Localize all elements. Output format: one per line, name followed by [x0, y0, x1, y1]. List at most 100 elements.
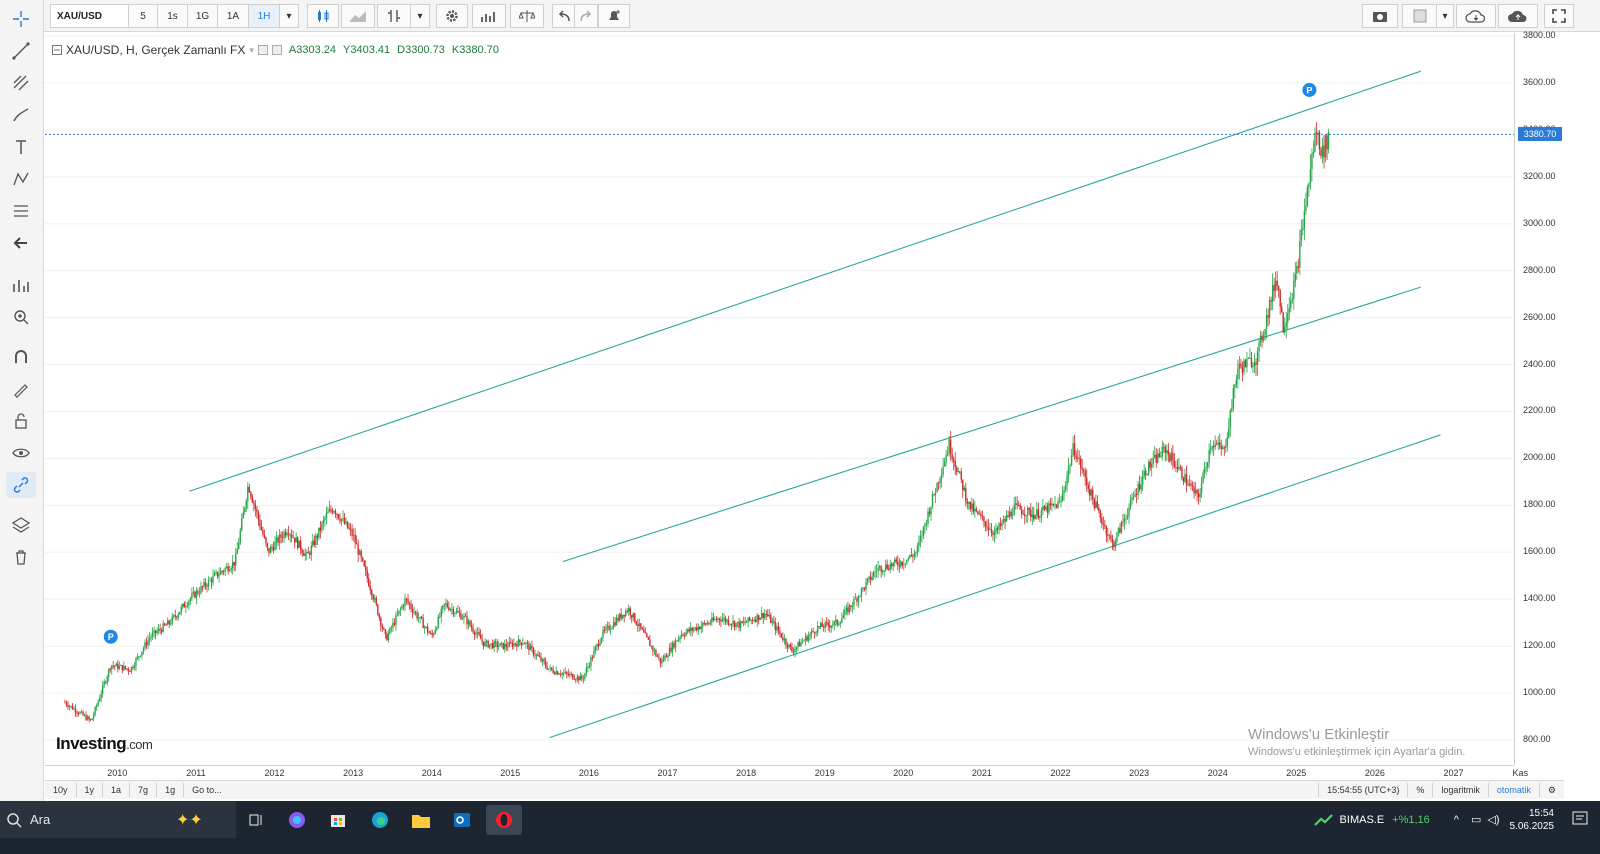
- notification-icon[interactable]: [1572, 811, 1590, 827]
- settings-small-icon[interactable]: [257, 45, 268, 55]
- cloud-upload-icon[interactable]: [1498, 4, 1538, 28]
- alert-bell-icon[interactable]: [598, 4, 630, 28]
- candle-body: [318, 527, 320, 538]
- candle-body: [1264, 329, 1266, 336]
- compare-dropdown-icon[interactable]: ▾: [410, 4, 430, 28]
- store-icon[interactable]: [320, 805, 356, 835]
- range-10y[interactable]: 10y: [45, 783, 77, 797]
- price-chart[interactable]: PP: [45, 33, 1514, 765]
- candle-body: [877, 567, 879, 571]
- candle-body: [1306, 186, 1309, 206]
- candle-body: [742, 621, 745, 623]
- volume-icon[interactable]: ◁): [1487, 813, 1499, 826]
- text-icon[interactable]: [6, 134, 36, 160]
- candle-body: [422, 618, 424, 629]
- swatch-dropdown-icon[interactable]: ▾: [1436, 4, 1454, 28]
- area-chart-icon[interactable]: [341, 4, 375, 28]
- interval-dropdown-icon[interactable]: ▾: [279, 4, 299, 28]
- candle-body: [901, 561, 904, 566]
- candle-body: [280, 534, 282, 538]
- candle-body: [1308, 183, 1310, 187]
- candle-body: [1016, 503, 1018, 506]
- range-7g[interactable]: 7g: [130, 783, 158, 797]
- tray-chevron-icon[interactable]: ^: [1454, 814, 1459, 826]
- candles-icon[interactable]: [307, 4, 339, 28]
- range-1y[interactable]: 1y: [77, 783, 104, 797]
- task-view-icon[interactable]: [238, 805, 274, 835]
- interval-5[interactable]: 5: [128, 4, 158, 28]
- candle-body: [1084, 470, 1086, 478]
- balance-icon[interactable]: [510, 4, 544, 28]
- crosshair-icon[interactable]: [6, 6, 36, 32]
- network-icon[interactable]: ▭: [1471, 813, 1481, 826]
- candle-body: [894, 559, 896, 563]
- auto-toggle[interactable]: otomatik: [1487, 783, 1539, 797]
- undo-icon[interactable]: [552, 4, 576, 28]
- trend-line-icon[interactable]: [6, 38, 36, 64]
- candle-body: [544, 661, 547, 667]
- trash-icon[interactable]: [6, 544, 36, 570]
- opera-icon[interactable]: [486, 805, 522, 835]
- candle-body: [451, 608, 453, 610]
- copilot-icon[interactable]: [279, 805, 315, 835]
- magnet-icon[interactable]: [6, 344, 36, 370]
- eye-icon[interactable]: [6, 440, 36, 466]
- stock-name[interactable]: BIMAS.E: [1340, 814, 1385, 826]
- interval-1g[interactable]: 1G: [187, 4, 218, 28]
- remove-small-icon[interactable]: [271, 45, 282, 55]
- interval-1s[interactable]: 1s: [157, 4, 188, 28]
- range-1a[interactable]: 1a: [103, 783, 131, 797]
- candle-body: [271, 547, 273, 548]
- candle-body: [89, 719, 92, 721]
- indicators-icon[interactable]: [472, 4, 506, 28]
- redo-icon[interactable]: [574, 4, 598, 28]
- edge-icon[interactable]: [362, 805, 398, 835]
- price-tick: 3200.00: [1523, 170, 1556, 181]
- go-to-button[interactable]: Go to...: [184, 783, 230, 797]
- collapse-icon[interactable]: [52, 45, 62, 55]
- color-swatch-icon[interactable]: [1402, 4, 1438, 28]
- legend-dropdown-icon[interactable]: ▾: [249, 45, 254, 56]
- clock[interactable]: 15:54 5.06.2025: [1510, 807, 1555, 833]
- edit-lock-icon[interactable]: [6, 376, 36, 402]
- candle-body: [748, 617, 751, 621]
- settings-gear-icon[interactable]: [436, 4, 468, 28]
- candle-body: [851, 605, 854, 607]
- compare-icon[interactable]: [377, 4, 411, 28]
- camera-icon[interactable]: [1362, 4, 1398, 28]
- candle-body: [1253, 362, 1256, 366]
- candle-body: [245, 500, 247, 508]
- file-explorer-icon[interactable]: [403, 805, 439, 835]
- log-toggle[interactable]: logaritmik: [1432, 783, 1488, 797]
- candle-body: [265, 537, 267, 544]
- cloud-download-icon[interactable]: [1456, 4, 1496, 28]
- percent-toggle[interactable]: %: [1407, 783, 1432, 797]
- candle-body: [667, 655, 669, 658]
- fullscreen-icon[interactable]: [1544, 4, 1574, 28]
- outlook-icon[interactable]: [444, 805, 480, 835]
- interval-1a[interactable]: 1A: [217, 4, 249, 28]
- interval-1h[interactable]: 1H: [248, 4, 280, 28]
- range-1g[interactable]: 1g: [157, 783, 185, 797]
- time-tick: 2013: [343, 768, 364, 778]
- brush-icon[interactable]: [6, 102, 36, 128]
- time-axis[interactable]: 2010 2011 2012 2013 2014 2015 2016 2017 2018 2019…: [45, 765, 1528, 781]
- candle-body: [383, 628, 385, 630]
- candle-body: [699, 626, 701, 630]
- price-axis[interactable]: 3800.003600.003400.003200.003000.002800.…: [1514, 30, 1565, 765]
- indicators-icon[interactable]: [6, 272, 36, 298]
- pitchfork-icon[interactable]: [6, 70, 36, 96]
- candle-body: [1095, 501, 1097, 508]
- fibonacci-icon[interactable]: [6, 198, 36, 224]
- back-arrow-icon[interactable]: [6, 230, 36, 256]
- symbol-input[interactable]: XAU/USD: [50, 4, 134, 28]
- lock-icon[interactable]: [6, 408, 36, 434]
- pattern-icon[interactable]: [6, 166, 36, 192]
- axis-settings-icon[interactable]: ⚙: [1538, 783, 1564, 797]
- candle-body: [798, 642, 801, 647]
- layers-icon[interactable]: [6, 512, 36, 538]
- taskbar-search[interactable]: Ara ✦✦: [0, 801, 236, 838]
- link-icon[interactable]: [6, 472, 36, 498]
- zoom-in-icon[interactable]: [6, 304, 36, 330]
- time-tick: 2022: [1050, 768, 1071, 778]
